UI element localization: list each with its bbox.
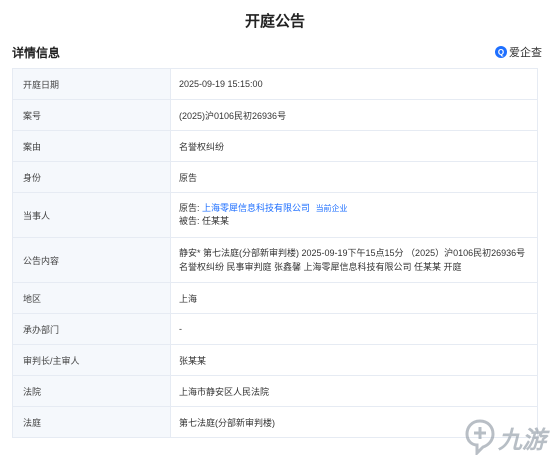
section-title: 详情信息 — [12, 45, 61, 60]
cause-value: 名誉权纠纷 — [170, 130, 538, 162]
row-label: 案号 — [12, 99, 171, 131]
section-header: 详情信息 Q 爱企查 — [12, 40, 542, 64]
row-label: 审判长/主审人 — [12, 344, 171, 376]
row-label: 开庭日期 — [12, 68, 171, 100]
plaintiff-company-link[interactable]: 上海零犀信息科技有限公司 — [202, 203, 310, 213]
table-row: 案号 (2025)沪0106民初26936号 — [12, 99, 538, 131]
plaintiff-line: 原告: 上海零犀信息科技有限公司 当前企业 — [179, 202, 527, 215]
courtroom-value: 第七法庭(分部新审判楼) — [170, 406, 538, 438]
row-label: 案由 — [12, 130, 171, 162]
row-label: 法庭 — [12, 406, 171, 438]
judge-value: 张某某 — [170, 344, 538, 376]
table-row: 法庭 第七法庭(分部新审判楼) — [12, 406, 538, 438]
page-title: 开庭公告 — [244, 12, 305, 30]
court-value: 上海市静安区人民法院 — [170, 375, 538, 407]
defendant-name: 任某某 — [202, 216, 230, 226]
region-value: 上海 — [170, 282, 538, 314]
detail-table: 开庭日期 2025-09-19 15:15:00 案号 (2025)沪0106民… — [12, 68, 538, 438]
table-row: 审判长/主审人 张某某 — [12, 344, 538, 376]
department-value: - — [170, 313, 538, 345]
table-row: 当事人 原告: 上海零犀信息科技有限公司 当前企业 被告: 任某某 — [12, 192, 538, 238]
current-company-tag: 当前企业 — [315, 204, 348, 213]
table-row: 地区 上海 — [12, 282, 538, 314]
row-label: 地区 — [12, 282, 171, 314]
parties-value: 原告: 上海零犀信息科技有限公司 当前企业 被告: 任某某 — [170, 192, 538, 238]
row-label: 身份 — [12, 161, 171, 193]
table-row: 开庭日期 2025-09-19 15:15:00 — [12, 68, 538, 100]
hearing-date-value: 2025-09-19 15:15:00 — [170, 68, 538, 100]
announcement-content-value: 静安* 第七法庭(分部新审判楼) 2025-09-19下午15点15分 （202… — [170, 237, 538, 283]
table-row: 身份 原告 — [12, 161, 538, 193]
brand-link[interactable]: Q 爱企查 — [495, 44, 542, 60]
table-row: 公告内容 静安* 第七法庭(分部新审判楼) 2025-09-19下午15点15分… — [12, 237, 538, 283]
row-label: 公告内容 — [12, 237, 171, 283]
aiqicha-logo-icon: Q — [495, 46, 507, 58]
identity-value: 原告 — [170, 161, 538, 193]
defendant-line: 被告: 任某某 — [179, 215, 527, 228]
brand-label: 爱企查 — [509, 47, 542, 59]
plaintiff-prefix: 原告: — [179, 203, 200, 213]
table-row: 案由 名誉权纠纷 — [12, 130, 538, 162]
row-label: 承办部门 — [12, 313, 171, 345]
defendant-prefix: 被告: — [179, 216, 200, 226]
table-row: 承办部门 - — [12, 313, 538, 345]
row-label: 当事人 — [12, 192, 171, 238]
case-number-value: (2025)沪0106民初26936号 — [170, 99, 538, 131]
row-label: 法院 — [12, 375, 171, 407]
table-row: 法院 上海市静安区人民法院 — [12, 375, 538, 407]
